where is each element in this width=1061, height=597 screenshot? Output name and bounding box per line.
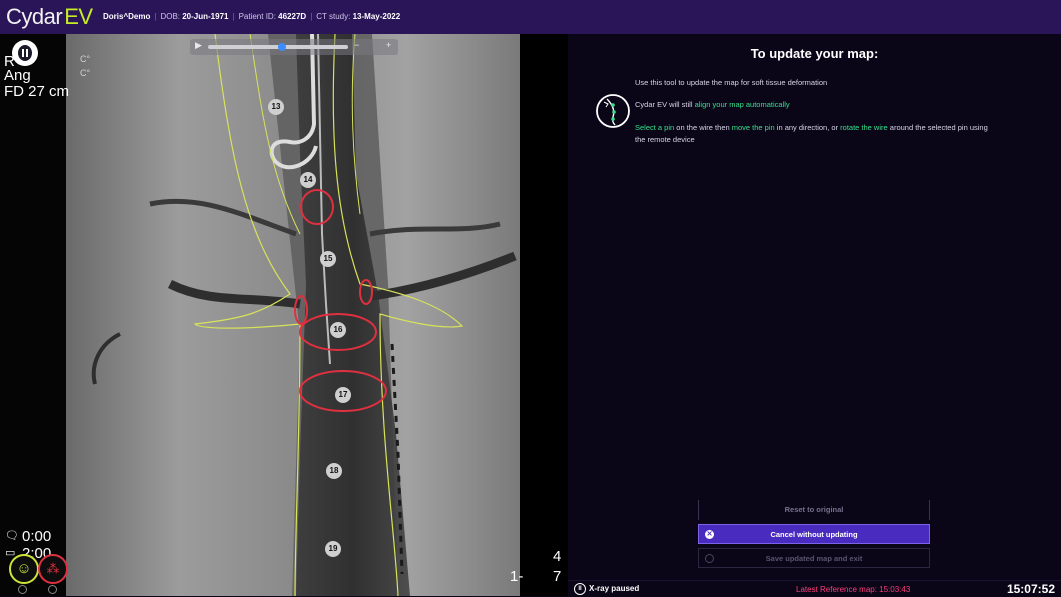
close-icon: ✕	[705, 530, 714, 539]
patient-id-value: 46227D	[278, 12, 307, 21]
instruction-line-4: the remote device	[635, 135, 695, 144]
patient-name: Doris^Demo	[103, 12, 151, 21]
overlay-angle-2: C°	[80, 68, 91, 78]
overlay-num-top: 4	[553, 548, 562, 565]
reference-map-time: Latest Reference map: 15:03:43	[796, 585, 911, 594]
playback-scrubber[interactable]: ▶ − +	[190, 39, 398, 55]
indicator-dot	[18, 585, 27, 594]
vertebra-label: 18	[326, 463, 342, 479]
vertebra-label: 13	[268, 99, 284, 115]
reset-to-original-button[interactable]: Reset to original	[698, 500, 930, 520]
logo-accent: EV	[64, 4, 93, 29]
dob-label: DOB:	[160, 12, 180, 21]
top-bar: CydarEV Doris^Demo | DOB: 20-Jun-1971 | Pati…	[0, 0, 1061, 34]
zoom-in-icon[interactable]: +	[386, 40, 391, 50]
vertebra-label: 17	[335, 387, 351, 403]
indicator-dot	[48, 585, 57, 594]
xray-status: II X-ray paused	[574, 583, 639, 595]
anatomy-icon[interactable]: ⁂	[38, 554, 68, 584]
app-logo: CydarEV	[6, 4, 93, 30]
instruction-line-3: Select a pin on the wire then move the p…	[635, 123, 988, 132]
vertebra-label: 15	[320, 251, 336, 267]
status-bar: II X-ray paused Latest Reference map: 15:…	[568, 580, 1061, 597]
logo-text: Cydar	[6, 4, 63, 29]
panel-title: To update your map:	[750, 46, 879, 61]
wire-pin-icon	[596, 94, 630, 128]
patient-position-icon[interactable]: ☺	[9, 554, 39, 584]
timer-fluoro: 0:00	[22, 528, 52, 545]
radio-icon	[705, 554, 714, 563]
save-updated-map-button[interactable]: Save updated map and exit	[698, 548, 930, 568]
clock: 15:07:52	[1006, 582, 1055, 596]
zoom-out-icon[interactable]: −	[354, 40, 359, 50]
instruction-line-1: Use this tool to update the map for soft…	[635, 78, 828, 87]
patient-info: Doris^Demo | DOB: 20-Jun-1971 | Patient ID: …	[103, 12, 401, 21]
map-update-panel: To update your map: Use this tool to upd…	[568, 34, 1061, 580]
play-icon[interactable]: ▶	[195, 40, 202, 51]
ct-study-label: CT study:	[316, 12, 351, 21]
overlay-num-bottom: 7	[553, 568, 562, 585]
instruction-line-2: Cydar EV will still align your map autom…	[635, 100, 790, 109]
overlay-ang: Ang	[4, 67, 31, 84]
fluoro-icon: 🗨	[5, 530, 19, 542]
pause-icon	[18, 45, 32, 61]
overlay-fd: FD 27 cm	[4, 83, 70, 100]
pause-icon: II	[574, 583, 586, 595]
overlay-num-left: 1-	[510, 568, 524, 585]
vertebra-label: 19	[325, 541, 341, 557]
vertebra-label: 16	[330, 322, 346, 338]
overlay-angle-1: C°	[80, 54, 91, 64]
vertebra-label: 14	[300, 172, 316, 188]
pause-button[interactable]	[12, 40, 38, 66]
cancel-without-updating-button[interactable]: ✕ Cancel without updating	[698, 524, 930, 544]
xray-image	[0, 34, 568, 596]
ct-study-value: 13-May-2022	[352, 12, 401, 21]
patient-id-label: Patient ID:	[238, 12, 276, 21]
xray-viewer[interactable]: 13 14 15 16 17 18 19 ▶ − + R Ang FD 27 c…	[0, 34, 568, 596]
dob-value: 20-Jun-1971	[182, 12, 229, 21]
scrubber-thumb[interactable]	[278, 43, 286, 51]
